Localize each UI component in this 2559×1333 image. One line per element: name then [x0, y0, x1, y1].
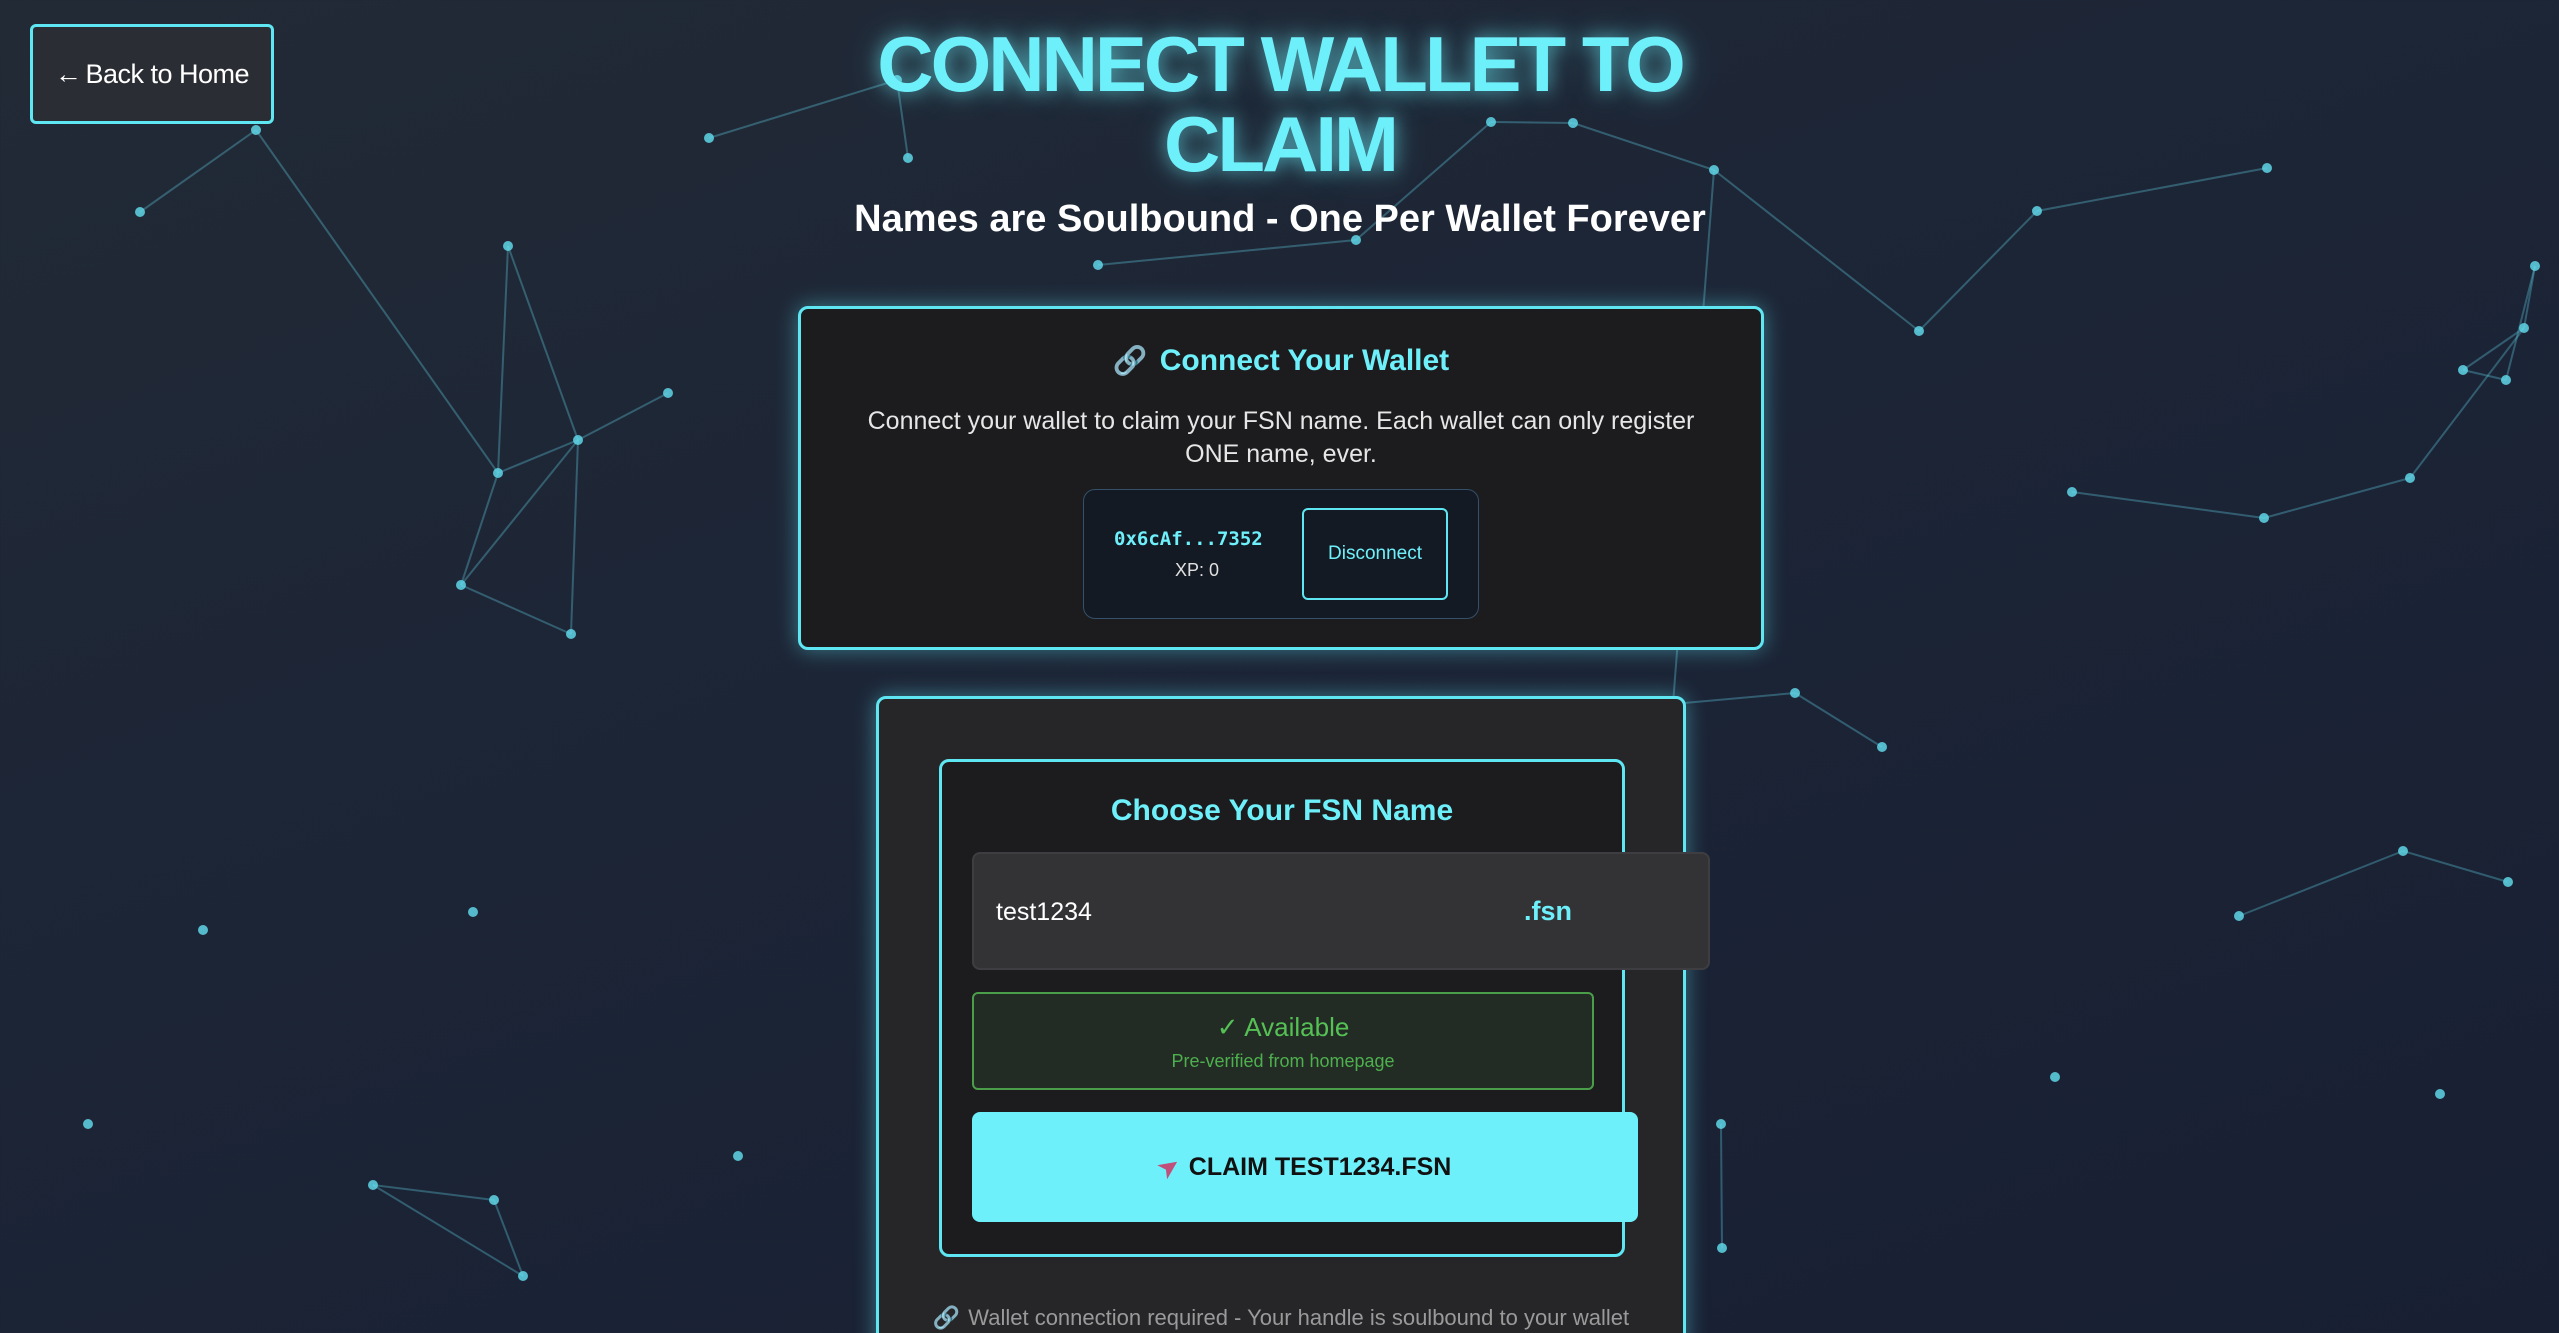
page-title: CONNECT WALLET TO CLAIM — [877, 20, 1686, 188]
wallet-requirement-note-text: Wallet connection required - Your handle… — [968, 1305, 1630, 1330]
constellation-node — [2050, 1072, 2060, 1082]
constellation-node — [2405, 473, 2415, 483]
availability-status-subtext: Pre-verified from homepage — [1171, 1051, 1395, 1071]
constellation-node — [1790, 688, 1800, 698]
constellation-node — [489, 1195, 499, 1205]
constellation-node — [2503, 877, 2513, 887]
constellation-node — [493, 468, 503, 478]
constellation-node — [251, 125, 261, 135]
claim-button[interactable]: ➤ CLAIM TEST1234.FSN — [972, 1112, 1638, 1222]
link-icon: 🔗 — [932, 1305, 961, 1330]
constellation-node — [2262, 163, 2272, 173]
constellation-line — [497, 245, 509, 474]
availability-status: ✓ Available Pre-verified from homepage — [972, 992, 1594, 1090]
constellation-line — [2505, 265, 2536, 381]
constellation-node — [733, 1151, 743, 1161]
constellation-node — [2435, 1089, 2445, 1099]
connect-wallet-description: Connect your wallet to claim your FSN na… — [867, 407, 1695, 468]
fsn-name-input[interactable] — [994, 854, 1478, 970]
constellation-line — [2263, 477, 2411, 519]
constellation-node — [503, 241, 513, 251]
constellation-node — [704, 133, 714, 143]
name-input-wrapper: .fsn — [972, 852, 1710, 970]
constellation-node — [1093, 260, 1103, 270]
link-icon: 🔗 — [1112, 345, 1148, 376]
connect-wallet-card: 🔗 Connect Your Wallet Connect your wallet… — [798, 306, 1764, 650]
claim-button-label: CLAIM TEST1234.FSN — [1188, 1152, 1452, 1181]
constellation-node — [468, 907, 478, 917]
constellation-node — [1914, 326, 1924, 336]
constellation-line — [460, 439, 579, 586]
constellation-line — [2036, 167, 2268, 212]
constellation-line — [1097, 239, 1357, 266]
constellation-line — [139, 129, 257, 213]
constellation-node — [566, 629, 576, 639]
claim-card: Choose Your FSN Name .fsn ✓ Available Pr… — [876, 696, 1710, 1333]
constellation-line — [2409, 327, 2525, 479]
fsn-suffix: .fsn — [1524, 895, 1573, 926]
constellation-line — [1794, 692, 1883, 748]
constellation-node — [2067, 487, 2077, 497]
back-to-home-label: Back to Home — [85, 58, 250, 89]
constellation-node — [368, 1180, 378, 1190]
constellation-node — [2530, 261, 2540, 271]
constellation-node — [2398, 846, 2408, 856]
constellation-line — [1720, 1123, 1723, 1249]
availability-status-text: ✓ Available — [1216, 1012, 1350, 1042]
constellation-node — [2234, 911, 2244, 921]
constellation-node — [2458, 365, 2468, 375]
connected-wallet-panel: 0x6cAf...7352 XP: 0 Disconnect — [1083, 489, 1479, 619]
choose-name-heading: Choose Your FSN Name — [1110, 794, 1454, 827]
constellation-node — [198, 925, 208, 935]
constellation-line — [2238, 850, 2404, 917]
constellation-node — [135, 207, 145, 217]
constellation-node — [518, 1271, 528, 1281]
back-to-home-button[interactable]: ← Back to Home — [30, 24, 274, 124]
constellation-node — [663, 388, 673, 398]
rocket-icon: ➤ — [1152, 1150, 1185, 1184]
constellation-line — [372, 1184, 495, 1201]
constellation-node — [2519, 323, 2529, 333]
constellation-node — [2259, 513, 2269, 523]
constellation-node — [83, 1119, 93, 1129]
constellation-line — [570, 439, 579, 635]
wallet-requirement-note: 🔗 Wallet connection required - Your handl… — [879, 1305, 1683, 1331]
constellation-node — [456, 580, 466, 590]
constellation-line — [460, 472, 499, 586]
constellation-node — [1877, 742, 1887, 752]
constellation-line — [1672, 692, 1796, 705]
connect-wallet-heading: 🔗 Connect Your Wallet — [801, 344, 1761, 378]
constellation-node — [1716, 1119, 1726, 1129]
disconnect-button[interactable]: Disconnect — [1302, 508, 1448, 600]
constellation-node — [573, 435, 583, 445]
constellation-line — [577, 392, 669, 441]
constellation-line — [460, 584, 572, 635]
constellation-node — [2032, 206, 2042, 216]
constellation-line — [255, 129, 499, 474]
constellation-node — [1717, 1243, 1727, 1253]
constellation-line — [2071, 491, 2265, 519]
constellation-line — [507, 245, 579, 441]
constellation-node — [2501, 375, 2511, 385]
constellation-line — [372, 1184, 524, 1277]
choose-name-card: Choose Your FSN Name .fsn ✓ Available Pr… — [939, 759, 1710, 1257]
constellation-line — [497, 439, 579, 474]
constellation-line — [493, 1199, 524, 1277]
arrow-left-icon: ← — [54, 58, 82, 89]
page-subtitle: Names are Soulbound - One Per Wallet For… — [854, 198, 1706, 240]
wallet-xp: XP: 0 — [1174, 560, 1220, 580]
constellation-line — [2402, 850, 2509, 883]
constellation-line — [1918, 210, 2038, 332]
wallet-address: 0x6cAf...7352 — [1114, 528, 1263, 550]
connect-wallet-heading-text: Connect Your Wallet — [1159, 344, 1450, 377]
